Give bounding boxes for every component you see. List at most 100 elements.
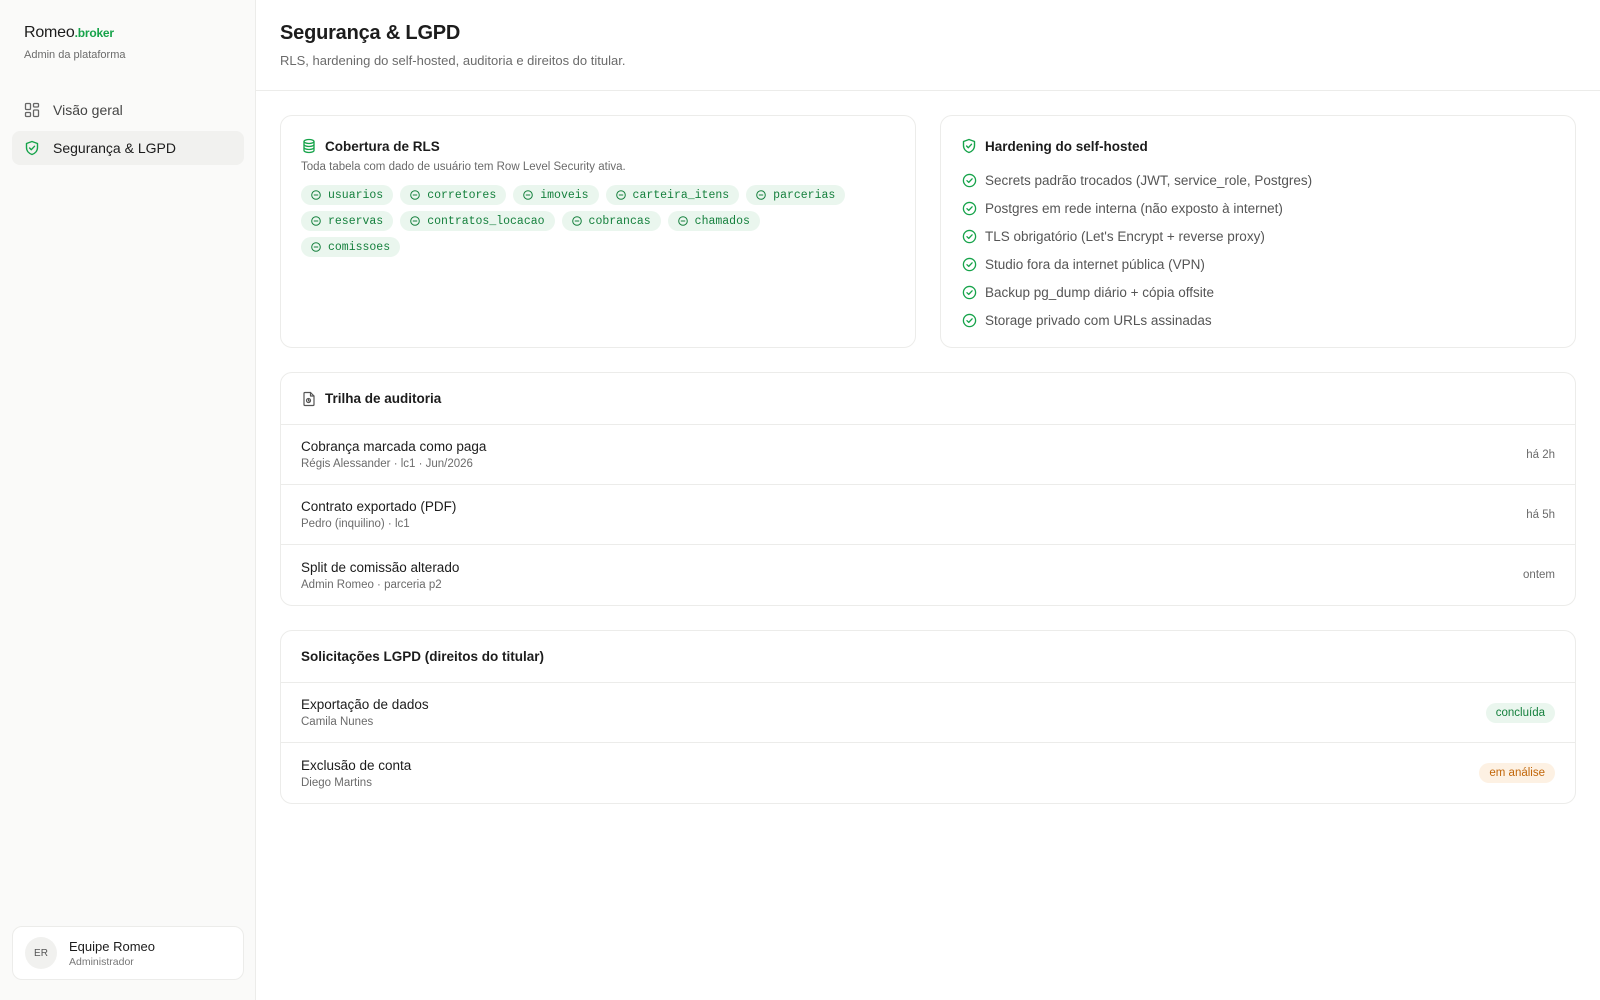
brand: Romeo.broker Admin da plataforma bbox=[24, 24, 126, 61]
brand-name: Romeo bbox=[24, 24, 75, 41]
check-circle-icon bbox=[756, 190, 766, 200]
rls-chip: cobrancas bbox=[561, 211, 661, 231]
user-role: Administrador bbox=[69, 955, 134, 968]
audit-row-info: Contrato exportado (PDF) Pedro (inquilin… bbox=[301, 499, 456, 530]
audit-row-time: ontem bbox=[1523, 569, 1555, 581]
rls-description: Toda tabela com dado de usuário tem Row … bbox=[301, 161, 626, 173]
page-subtitle: RLS, hardening do self-hosted, auditoria… bbox=[280, 53, 626, 68]
audit-title-text: Trilha de auditoria bbox=[325, 391, 442, 406]
sidebar-item-label: Segurança & LGPD bbox=[53, 140, 176, 156]
audit-row-info: Split de comissão alterado Admin Romeo ·… bbox=[301, 560, 459, 591]
dashboard-grid-icon bbox=[24, 102, 40, 118]
check-circle-icon bbox=[410, 190, 421, 200]
audit-row-time: há 5h bbox=[1526, 508, 1555, 521]
shield-check-icon bbox=[961, 138, 977, 154]
rls-chip: reservas bbox=[301, 211, 394, 231]
sidebar-item-label: Visão geral bbox=[53, 102, 123, 118]
rls-chip-label: comissoes bbox=[328, 240, 391, 254]
check-circle-icon bbox=[961, 228, 977, 244]
audit-row[interactable]: Cobrança marcada como paga Régis Alessan… bbox=[281, 425, 1575, 485]
check-circle-icon bbox=[311, 190, 321, 200]
avatar: ER bbox=[25, 937, 57, 969]
cards-row: Cobertura de RLS Toda tabela com dado de… bbox=[280, 115, 1576, 348]
user-info: Equipe Romeo Administrador bbox=[69, 939, 155, 968]
file-audit-icon bbox=[301, 391, 317, 407]
hardening-item-label: Studio fora da internet pública (VPN) bbox=[985, 256, 1205, 272]
check-circle-icon bbox=[410, 216, 421, 226]
hardening-item: Backup pg_dump diário + cópia offsite bbox=[961, 278, 1555, 306]
hardening-card: Hardening do self-hosted Secrets padrão … bbox=[940, 115, 1576, 348]
rls-chip-label: corretores bbox=[427, 188, 497, 202]
check-circle-icon bbox=[677, 216, 688, 226]
rls-chip-label: imoveis bbox=[540, 188, 589, 202]
lgpd-row-info: Exportação de dados Camila Nunes bbox=[301, 697, 429, 728]
rls-chip-label: chamados bbox=[694, 214, 750, 228]
lgpd-card: Solicitações LGPD (direitos do titular) … bbox=[280, 630, 1576, 804]
content-area: Cobertura de RLS Toda tabela com dado de… bbox=[256, 91, 1600, 828]
hardening-item: Postgres em rede interna (não exposto à … bbox=[961, 194, 1555, 222]
lgpd-row-requester: Diego Martins bbox=[301, 776, 372, 789]
rls-table-chips: usuarios corretores imoveis carteira_ite… bbox=[301, 185, 861, 257]
check-circle-icon bbox=[571, 216, 582, 226]
sidebar-item-visao-geral[interactable]: Visão geral bbox=[12, 93, 244, 127]
hardening-list: Secrets padrão trocados (JWT, service_ro… bbox=[961, 166, 1555, 334]
rls-chip-label: contratos_locacao bbox=[427, 214, 545, 228]
page-title: Segurança & LGPD bbox=[280, 22, 461, 44]
hardening-item: Secrets padrão trocados (JWT, service_ro… bbox=[961, 166, 1555, 194]
rls-chip: carteira_itens bbox=[605, 185, 740, 205]
audit-row-title: Cobrança marcada como paga bbox=[301, 439, 487, 454]
user-card[interactable]: ER Equipe Romeo Administrador bbox=[12, 926, 244, 980]
brand-subtitle: Admin da plataforma bbox=[24, 49, 126, 61]
audit-card-title: Trilha de auditoria bbox=[281, 373, 1575, 425]
hardening-item-label: TLS obrigatório (Let's Encrypt + reverse… bbox=[985, 228, 1265, 244]
hardening-item-label: Storage privado com URLs assinadas bbox=[985, 312, 1212, 328]
audit-row[interactable]: Split de comissão alterado Admin Romeo ·… bbox=[281, 545, 1575, 605]
brand-logo[interactable]: Romeo.broker bbox=[24, 24, 126, 42]
status-badge: concluída bbox=[1485, 702, 1555, 723]
lgpd-row-title: Exportação de dados bbox=[301, 697, 429, 712]
main-content: Segurança & LGPD RLS, hardening do self-… bbox=[256, 0, 1600, 1000]
user-name: Equipe Romeo bbox=[69, 938, 155, 954]
audit-row-title: Contrato exportado (PDF) bbox=[301, 499, 457, 514]
rls-chip-label: carteira_itens bbox=[632, 188, 730, 202]
audit-row[interactable]: Contrato exportado (PDF) Pedro (inquilin… bbox=[281, 485, 1575, 545]
lgpd-row[interactable]: Exportação de dados Camila Nunes concluí… bbox=[281, 683, 1575, 743]
hardening-item-label: Postgres em rede interna (não exposto à … bbox=[985, 200, 1283, 216]
lgpd-row[interactable]: Exclusão de conta Diego Martins em análi… bbox=[281, 743, 1575, 803]
shield-check-icon bbox=[24, 140, 40, 156]
check-circle-icon bbox=[961, 256, 977, 272]
check-circle-icon bbox=[961, 200, 977, 216]
hardening-item-label: Secrets padrão trocados (JWT, service_ro… bbox=[985, 172, 1313, 188]
lgpd-row-info: Exclusão de conta Diego Martins bbox=[301, 758, 411, 789]
audit-row-meta: Régis Alessander · lc1 · Jun/2026 bbox=[301, 458, 473, 470]
lgpd-row-title: Exclusão de conta bbox=[301, 757, 412, 773]
sidebar-nav: Visão geral Segurança & LGPD bbox=[12, 93, 244, 169]
rls-chip-label: parcerias bbox=[773, 188, 836, 202]
hardening-item: TLS obrigatório (Let's Encrypt + reverse… bbox=[961, 222, 1555, 250]
check-circle-icon bbox=[311, 216, 321, 226]
audit-row-time: há 2h bbox=[1526, 448, 1555, 461]
sidebar-item-seguranca-lgpd[interactable]: Segurança & LGPD bbox=[12, 131, 244, 165]
lgpd-card-title: Solicitações LGPD (direitos do titular) bbox=[281, 631, 1575, 683]
rls-card: Cobertura de RLS Toda tabela com dado de… bbox=[280, 115, 916, 348]
check-circle-icon bbox=[961, 172, 977, 188]
lgpd-row-requester: Camila Nunes bbox=[301, 716, 374, 728]
rls-chip-label: reservas bbox=[328, 214, 384, 228]
check-circle-icon bbox=[523, 190, 534, 200]
check-circle-icon bbox=[615, 190, 626, 200]
hardening-item-label: Backup pg_dump diário + cópia offsite bbox=[985, 284, 1215, 300]
audit-card: Trilha de auditoria Cobrança marcada com… bbox=[280, 372, 1576, 606]
rls-chip: chamados bbox=[667, 211, 760, 231]
rls-chip: usuarios bbox=[301, 185, 394, 205]
status-badge: em análise bbox=[1479, 763, 1555, 783]
hardening-title-text: Hardening do self-hosted bbox=[985, 138, 1148, 154]
audit-row-info: Cobrança marcada como paga Régis Alessan… bbox=[301, 439, 486, 470]
hardening-item: Storage privado com URLs assinadas bbox=[961, 306, 1555, 334]
audit-row-title: Split de comissão alterado bbox=[301, 559, 460, 575]
rls-chip: parcerias bbox=[746, 185, 846, 205]
audit-row-meta: Pedro (inquilino) · lc1 bbox=[301, 518, 410, 530]
database-icon bbox=[301, 138, 317, 154]
hardening-card-title: Hardening do self-hosted bbox=[961, 138, 1555, 154]
brand-suffix: .broker bbox=[74, 26, 114, 40]
rls-chip: imoveis bbox=[513, 185, 599, 205]
